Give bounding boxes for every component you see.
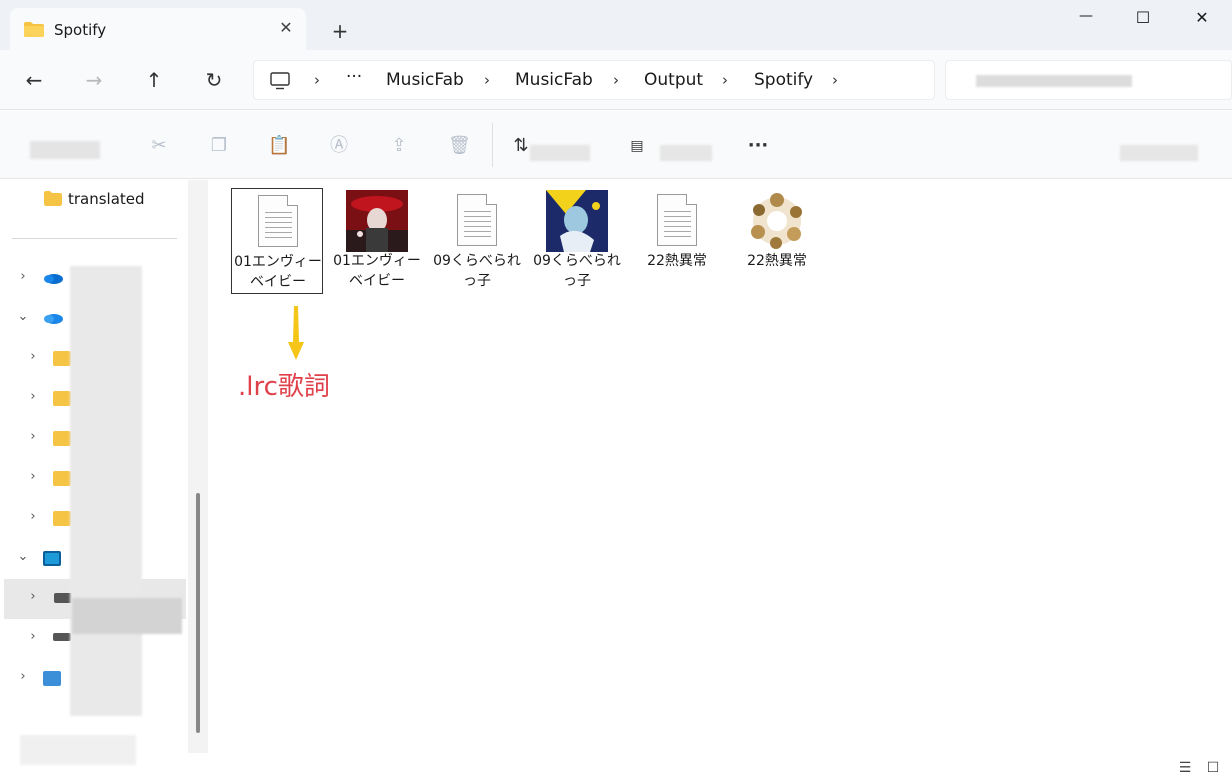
large-icons-view-icon[interactable]: ☐ xyxy=(1205,761,1221,775)
new-button[interactable] xyxy=(30,141,100,159)
file-name: 22熱異常 xyxy=(747,253,807,269)
sidebar-item-label: translated xyxy=(68,190,145,208)
chevron-right-icon[interactable]: › xyxy=(26,470,40,484)
chevron-right-icon[interactable]: › xyxy=(26,430,40,444)
onedrive-icon xyxy=(44,274,63,284)
chevron-right-icon[interactable]: › xyxy=(26,390,40,404)
navigation-pane: translated › ⌄ › › › › › ⌄ › › › xyxy=(0,180,208,753)
view-icon[interactable]: ▤ xyxy=(626,135,648,157)
folder-icon xyxy=(44,191,62,206)
text-file-icon xyxy=(446,190,508,252)
redacted-text xyxy=(976,75,1132,87)
delete-icon[interactable]: 🗑 xyxy=(448,135,471,157)
view-label xyxy=(660,145,712,161)
new-tab-button[interactable]: + xyxy=(328,20,352,44)
file-item[interactable]: 09くらべられっ子 xyxy=(431,188,523,294)
breadcrumb-separator: › xyxy=(722,71,728,89)
network-icon xyxy=(43,671,61,686)
sort-icon[interactable]: ⇅ xyxy=(510,135,532,157)
chevron-right-icon[interactable]: › xyxy=(26,350,40,364)
tab-title: Spotify xyxy=(54,21,107,39)
breadcrumb-item[interactable]: Output xyxy=(644,70,703,90)
chevron-down-icon[interactable]: ⌄ xyxy=(16,550,30,564)
folder-icon xyxy=(53,351,71,366)
share-icon[interactable]: ⇪ xyxy=(388,135,410,157)
up-button[interactable]: ↑ xyxy=(140,68,168,92)
file-name: 22熱異常 xyxy=(647,253,707,269)
album-art-image xyxy=(546,190,608,252)
file-explorer-window: Spotify ✕ + — ☐ ✕ ← → ↑ ↻ › ··· MusicFab… xyxy=(0,0,1232,783)
more-options-button[interactable]: ··· xyxy=(745,135,771,157)
annotation-arrow xyxy=(288,306,304,360)
sort-label xyxy=(530,145,590,161)
file-list: 01エンヴィーベイビー 01エンヴィーベイビー 09くらべられっ子 09くらべら… xyxy=(208,180,1232,753)
sidebar-item-translated[interactable]: translated xyxy=(0,180,188,220)
apps-folder-icon xyxy=(53,471,71,486)
redacted-text xyxy=(20,735,136,765)
maximize-button[interactable]: ☐ xyxy=(1128,8,1158,30)
breadcrumb-separator: › xyxy=(484,71,490,89)
file-name: 01エンヴィーベイビー xyxy=(234,254,322,290)
search-input[interactable] xyxy=(945,60,1232,100)
sidebar-divider xyxy=(12,238,177,239)
breadcrumb-separator: › xyxy=(613,71,619,89)
text-file-icon xyxy=(646,190,708,252)
chevron-right-icon[interactable]: › xyxy=(26,590,40,604)
redacted-text xyxy=(70,266,142,716)
breadcrumb-separator: › xyxy=(832,71,838,89)
redacted-text xyxy=(72,598,182,634)
album-art-image xyxy=(746,190,808,252)
details-view-icon[interactable]: ☰ xyxy=(1177,761,1193,775)
breadcrumb-item[interactable]: MusicFab xyxy=(386,70,464,90)
file-name: 09くらべられっ子 xyxy=(533,253,621,289)
folder-icon xyxy=(53,511,71,526)
breadcrumb-overflow[interactable]: ··· xyxy=(346,67,362,87)
toolbar-divider xyxy=(492,123,493,167)
breadcrumb-item[interactable]: Spotify xyxy=(754,70,813,90)
breadcrumb-separator: › xyxy=(314,71,320,89)
file-item[interactable]: 09くらべられっ子 xyxy=(531,188,623,294)
back-button[interactable]: ← xyxy=(20,68,48,92)
chevron-right-icon[interactable]: › xyxy=(26,630,40,644)
details-button[interactable] xyxy=(1120,145,1198,161)
tab-spotify[interactable]: Spotify ✕ xyxy=(10,8,306,50)
copy-icon[interactable]: ❐ xyxy=(208,135,230,157)
computer-icon xyxy=(270,72,290,90)
close-window-button[interactable]: ✕ xyxy=(1187,8,1217,30)
sidebar-scrollbar-thumb[interactable] xyxy=(196,493,200,733)
chevron-right-icon[interactable]: › xyxy=(16,670,30,684)
annotation-label: .lrc歌詞 xyxy=(238,372,330,402)
chevron-down-icon[interactable]: ⌄ xyxy=(16,310,30,324)
file-item[interactable]: 01エンヴィーベイビー xyxy=(231,188,323,294)
file-name: 09くらべられっ子 xyxy=(433,253,521,289)
file-item[interactable]: 22熱異常 xyxy=(631,188,723,294)
cut-icon[interactable]: ✂ xyxy=(148,135,170,157)
rename-icon[interactable]: Ⓐ xyxy=(328,135,350,157)
chevron-right-icon[interactable]: › xyxy=(16,270,30,284)
close-tab-icon[interactable]: ✕ xyxy=(278,20,294,36)
paste-icon[interactable]: 📋 xyxy=(268,135,290,157)
breadcrumb-item[interactable]: MusicFab xyxy=(515,70,593,90)
navigation-bar: ← → ↑ ↻ › ··· MusicFab › MusicFab › Outp… xyxy=(0,50,1232,110)
command-bar: ✂ ❐ 📋 Ⓐ ⇪ 🗑 ⇅ ▤ ··· xyxy=(0,111,1232,179)
shared-folder-icon xyxy=(53,391,71,406)
drive-icon xyxy=(53,633,71,641)
album-art-image xyxy=(346,190,408,252)
file-name: 01エンヴィーベイビー xyxy=(333,253,421,289)
status-bar: ☰ ☐ xyxy=(0,735,1232,783)
file-item[interactable]: 01エンヴィーベイビー xyxy=(331,188,423,294)
refresh-button[interactable]: ↻ xyxy=(200,68,228,92)
text-file-icon xyxy=(247,191,309,253)
title-bar: Spotify ✕ + — ☐ ✕ xyxy=(0,0,1232,50)
address-bar[interactable]: › ··· MusicFab › MusicFab › Output › Spo… xyxy=(253,60,935,100)
onedrive-icon xyxy=(44,314,63,324)
chevron-right-icon[interactable]: › xyxy=(26,510,40,524)
forward-button[interactable]: → xyxy=(80,68,108,92)
file-item[interactable]: 22熱異常 xyxy=(731,188,823,294)
minimize-button[interactable]: — xyxy=(1071,8,1101,30)
computer-icon xyxy=(43,551,61,566)
folder-icon xyxy=(24,22,44,37)
folder-icon xyxy=(53,431,71,446)
